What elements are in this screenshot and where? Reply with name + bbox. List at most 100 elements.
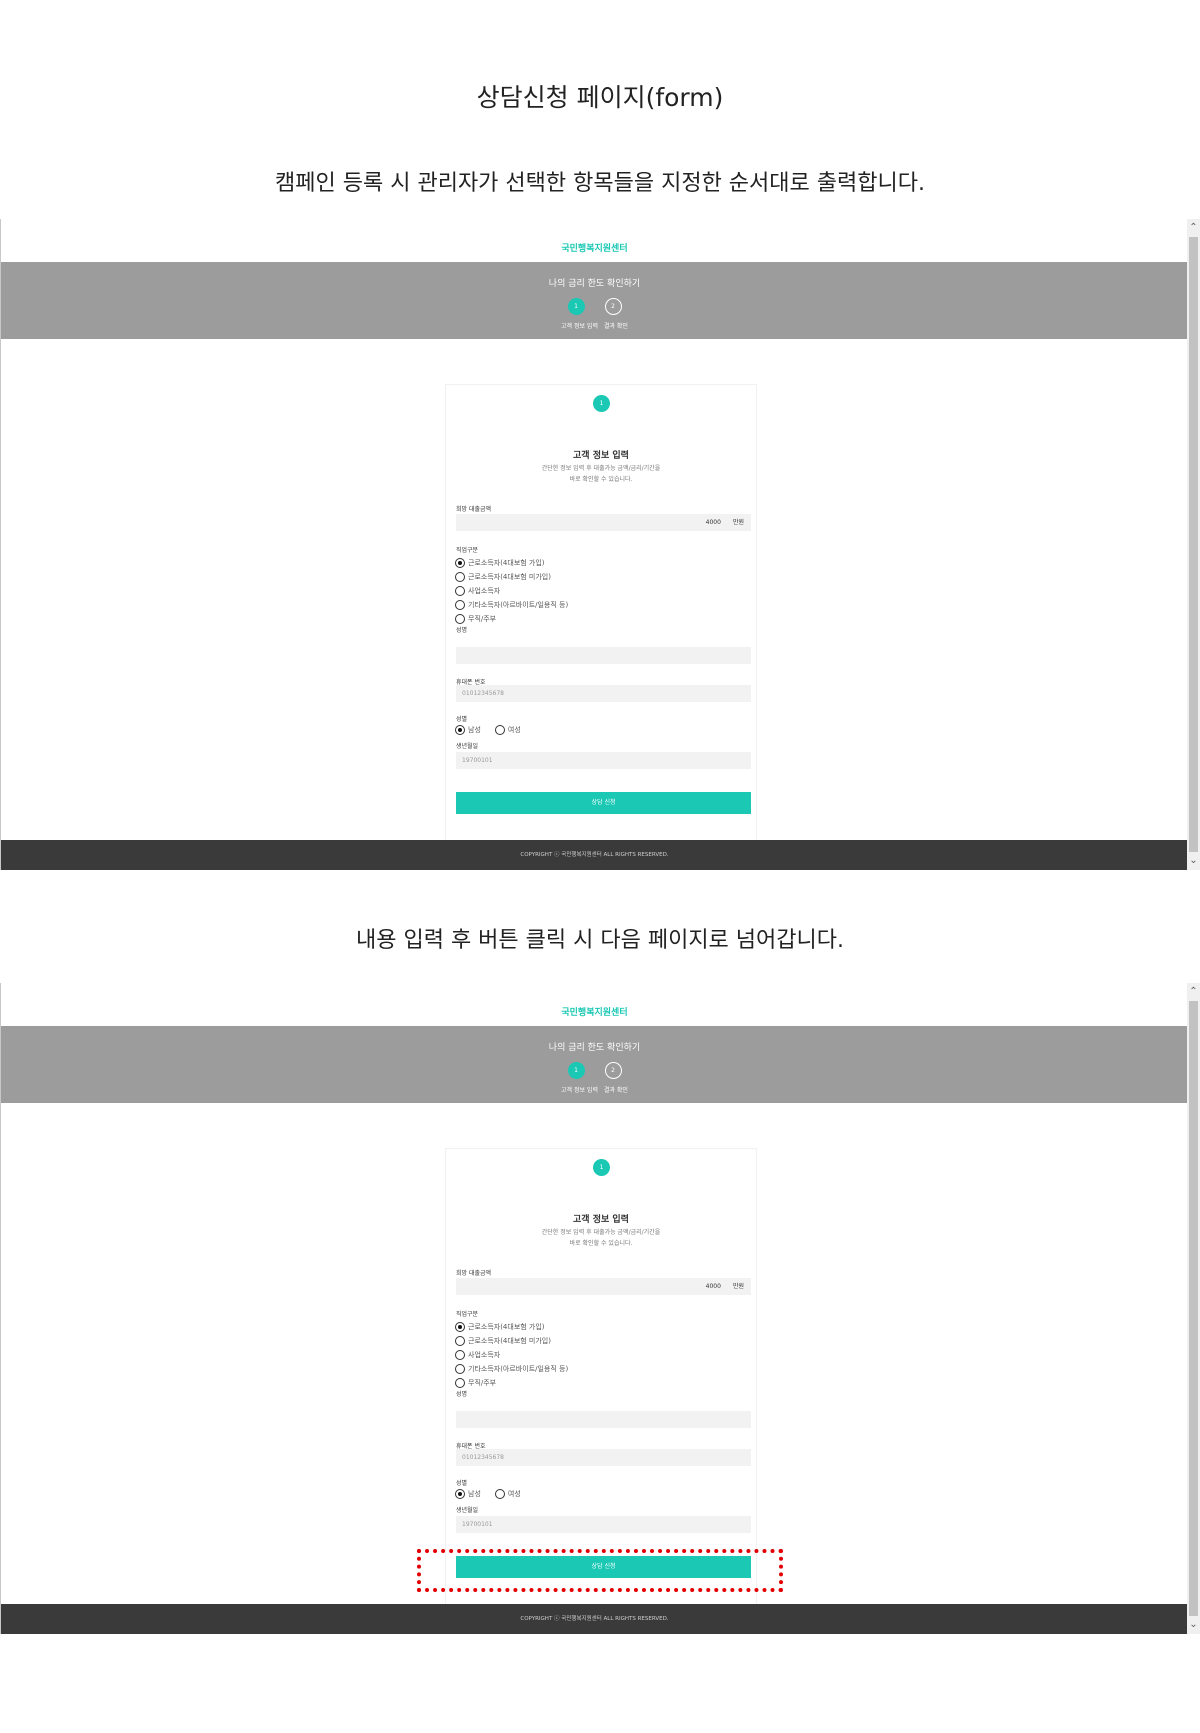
birth-label: 생년월일 xyxy=(456,1507,479,1514)
radio-checked-icon[interactable] xyxy=(455,1489,465,1499)
job-type-label: 직업구분 xyxy=(456,547,479,554)
submit-highlight-box xyxy=(417,1549,783,1592)
consultation-form: 1 고객 정보 입력 간단한 정보 입력 후 대출가능 금액/금리/기간을 바로… xyxy=(445,384,757,844)
radio-unchecked-icon[interactable] xyxy=(494,725,505,735)
job-option-2[interactable]: 근로소득자(4대보험 미가입) xyxy=(455,1334,568,1348)
form-description: 간단한 정보 입력 후 대출가능 금액/금리/기간을 바로 확인할 수 있습니다… xyxy=(446,463,756,485)
gender-label: 성별 xyxy=(456,1480,468,1487)
job-option-label: 근로소득자(4대보험 가입) xyxy=(468,1323,545,1331)
job-option-3[interactable]: 사업소득자 xyxy=(455,584,568,598)
job-option-label: 기타소득자(아르바이트/일용직 등) xyxy=(468,601,569,609)
loan-amount-label: 희망 대출금액 xyxy=(456,1270,492,1277)
job-option-5[interactable]: 무직/주부 xyxy=(455,1376,568,1390)
name-input[interactable] xyxy=(456,1411,751,1428)
radio-unchecked-icon[interactable] xyxy=(455,1350,465,1360)
step-2-icon: 2 xyxy=(604,1061,622,1079)
gender-label: 성별 xyxy=(456,716,468,723)
form-description-line1: 간단한 정보 입력 후 대출가능 금액/금리/기간을 xyxy=(541,1229,661,1236)
job-type-label: 직업구분 xyxy=(456,1311,479,1318)
job-option-label: 사업소득자 xyxy=(468,1351,501,1359)
form-step-icon: 1 xyxy=(593,395,610,412)
site-footer: COPYRIGHT ⓒ 국민행복지원센터 ALL RIGHTS RESERVED… xyxy=(1,1604,1188,1634)
scroll-up-icon[interactable]: ⌃ xyxy=(1187,985,1200,999)
consult-submit-button[interactable]: 상담 신청 xyxy=(456,792,751,814)
job-option-label: 기타소득자(아르바이트/일용직 등) xyxy=(468,1365,569,1373)
site-logo[interactable]: 국민행복지원센터 xyxy=(561,1005,627,1018)
gender-male-label[interactable]: 남성 xyxy=(468,1489,481,1499)
radio-unchecked-icon[interactable] xyxy=(455,586,465,596)
radio-unchecked-icon[interactable] xyxy=(455,572,465,582)
radio-checked-icon[interactable] xyxy=(455,725,465,735)
job-option-1[interactable]: 근로소득자(4대보험 가입) xyxy=(455,556,568,570)
gender-female-label[interactable]: 여성 xyxy=(508,725,521,735)
job-option-4[interactable]: 기타소득자(아르바이트/일용직 등) xyxy=(455,1362,568,1376)
scroll-down-icon[interactable]: ⌄ xyxy=(1187,854,1200,868)
vertical-scrollbar[interactable]: ⌃ ⌄ xyxy=(1187,983,1200,1634)
name-label: 성명 xyxy=(456,1391,468,1398)
loan-amount-value: 4000 xyxy=(705,1283,721,1290)
screenshot-form-page: 국민행복지원센터 나의 금리 한도 확인하기 1 2 고객 정보 입력 결과 확… xyxy=(0,219,1200,870)
radio-checked-icon[interactable] xyxy=(455,1322,465,1332)
loan-amount-input[interactable]: 4000 만원 xyxy=(456,1278,751,1295)
radio-unchecked-icon[interactable] xyxy=(455,1378,465,1388)
step-1-icon: 1 xyxy=(567,297,585,315)
hero-banner: 나의 금리 한도 확인하기 1 2 고객 정보 입력 결과 확인 xyxy=(1,1026,1188,1103)
birth-input[interactable]: 19700101 xyxy=(456,752,751,769)
step-indicator: 1 2 xyxy=(1,296,1188,316)
site-logo[interactable]: 국민행복지원센터 xyxy=(561,241,627,254)
job-option-label: 사업소득자 xyxy=(468,587,501,595)
job-option-5[interactable]: 무직/주부 xyxy=(455,612,568,626)
site-header: 국민행복지원센터 xyxy=(1,983,1188,1026)
job-type-radio-group: 근로소득자(4대보험 가입) 근로소득자(4대보험 미가입) 사업소득자 기타소… xyxy=(455,556,568,626)
job-option-label: 근로소득자(4대보험 미가입) xyxy=(468,573,551,581)
scroll-down-icon[interactable]: ⌄ xyxy=(1187,1618,1200,1632)
scrollbar-thumb[interactable] xyxy=(1189,1001,1198,1616)
form-title: 고객 정보 입력 xyxy=(573,1215,629,1225)
radio-checked-icon[interactable] xyxy=(455,558,465,568)
gender-male-label[interactable]: 남성 xyxy=(468,725,481,735)
name-input[interactable] xyxy=(456,647,751,664)
form-description-line2: 바로 확인할 수 있습니다. xyxy=(569,1240,633,1247)
job-option-4[interactable]: 기타소득자(아르바이트/일용직 등) xyxy=(455,598,568,612)
job-option-1[interactable]: 근로소득자(4대보험 가입) xyxy=(455,1320,568,1334)
step-2-label: 결과 확인 xyxy=(603,323,628,330)
job-option-label: 근로소득자(4대보험 가입) xyxy=(468,559,545,567)
hero-banner: 나의 금리 한도 확인하기 1 2 고객 정보 입력 결과 확인 xyxy=(1,262,1188,339)
job-option-2[interactable]: 근로소득자(4대보험 미가입) xyxy=(455,570,568,584)
loan-amount-value: 4000 xyxy=(705,519,721,526)
gender-radio-group: 남성 여성 xyxy=(455,1489,521,1499)
radio-unchecked-icon[interactable] xyxy=(455,614,465,624)
job-option-3[interactable]: 사업소득자 xyxy=(455,1348,568,1362)
form-description-line2: 바로 확인할 수 있습니다. xyxy=(569,476,633,483)
phone-input[interactable]: 01012345678 xyxy=(456,685,751,702)
document-title: 상담신청 페이지(form) xyxy=(476,83,724,112)
radio-unchecked-icon[interactable] xyxy=(455,1364,465,1374)
loan-amount-unit: 만원 xyxy=(732,1283,744,1290)
loan-amount-input[interactable]: 4000 만원 xyxy=(456,514,751,531)
step-indicator: 1 2 xyxy=(1,1060,1188,1080)
radio-unchecked-icon[interactable] xyxy=(494,1489,505,1499)
scroll-up-icon[interactable]: ⌃ xyxy=(1187,221,1200,235)
step-2-icon: 2 xyxy=(604,297,622,315)
step-1-label: 고객 정보 입력 xyxy=(561,323,598,330)
hero-title: 나의 금리 한도 확인하기 xyxy=(548,1043,641,1053)
site-header: 국민행복지원센터 xyxy=(1,219,1188,262)
phone-input[interactable]: 01012345678 xyxy=(456,1449,751,1466)
gender-female-label[interactable]: 여성 xyxy=(508,1489,521,1499)
job-type-radio-group: 근로소득자(4대보험 가입) 근로소득자(4대보험 미가입) 사업소득자 기타소… xyxy=(455,1320,568,1390)
name-label: 성명 xyxy=(456,627,468,634)
vertical-scrollbar[interactable]: ⌃ ⌄ xyxy=(1187,219,1200,870)
job-option-label: 무직/주부 xyxy=(468,1379,497,1387)
step-2-label: 결과 확인 xyxy=(603,1087,628,1094)
radio-unchecked-icon[interactable] xyxy=(455,600,465,610)
consultation-form: 1 고객 정보 입력 간단한 정보 입력 후 대출가능 금액/금리/기간을 바로… xyxy=(445,1148,757,1608)
job-option-label: 무직/주부 xyxy=(468,615,497,623)
site-footer: COPYRIGHT ⓒ 국민행복지원센터 ALL RIGHTS RESERVED… xyxy=(1,840,1188,870)
radio-unchecked-icon[interactable] xyxy=(455,1336,465,1346)
step-1-icon: 1 xyxy=(567,1061,585,1079)
form-description: 간단한 정보 입력 후 대출가능 금액/금리/기간을 바로 확인할 수 있습니다… xyxy=(446,1227,756,1249)
birth-input[interactable]: 19700101 xyxy=(456,1516,751,1533)
screenshot-form-page-submit: 국민행복지원센터 나의 금리 한도 확인하기 1 2 고객 정보 입력 결과 확… xyxy=(0,983,1200,1634)
scrollbar-thumb[interactable] xyxy=(1189,237,1198,852)
birth-label: 생년월일 xyxy=(456,743,479,750)
